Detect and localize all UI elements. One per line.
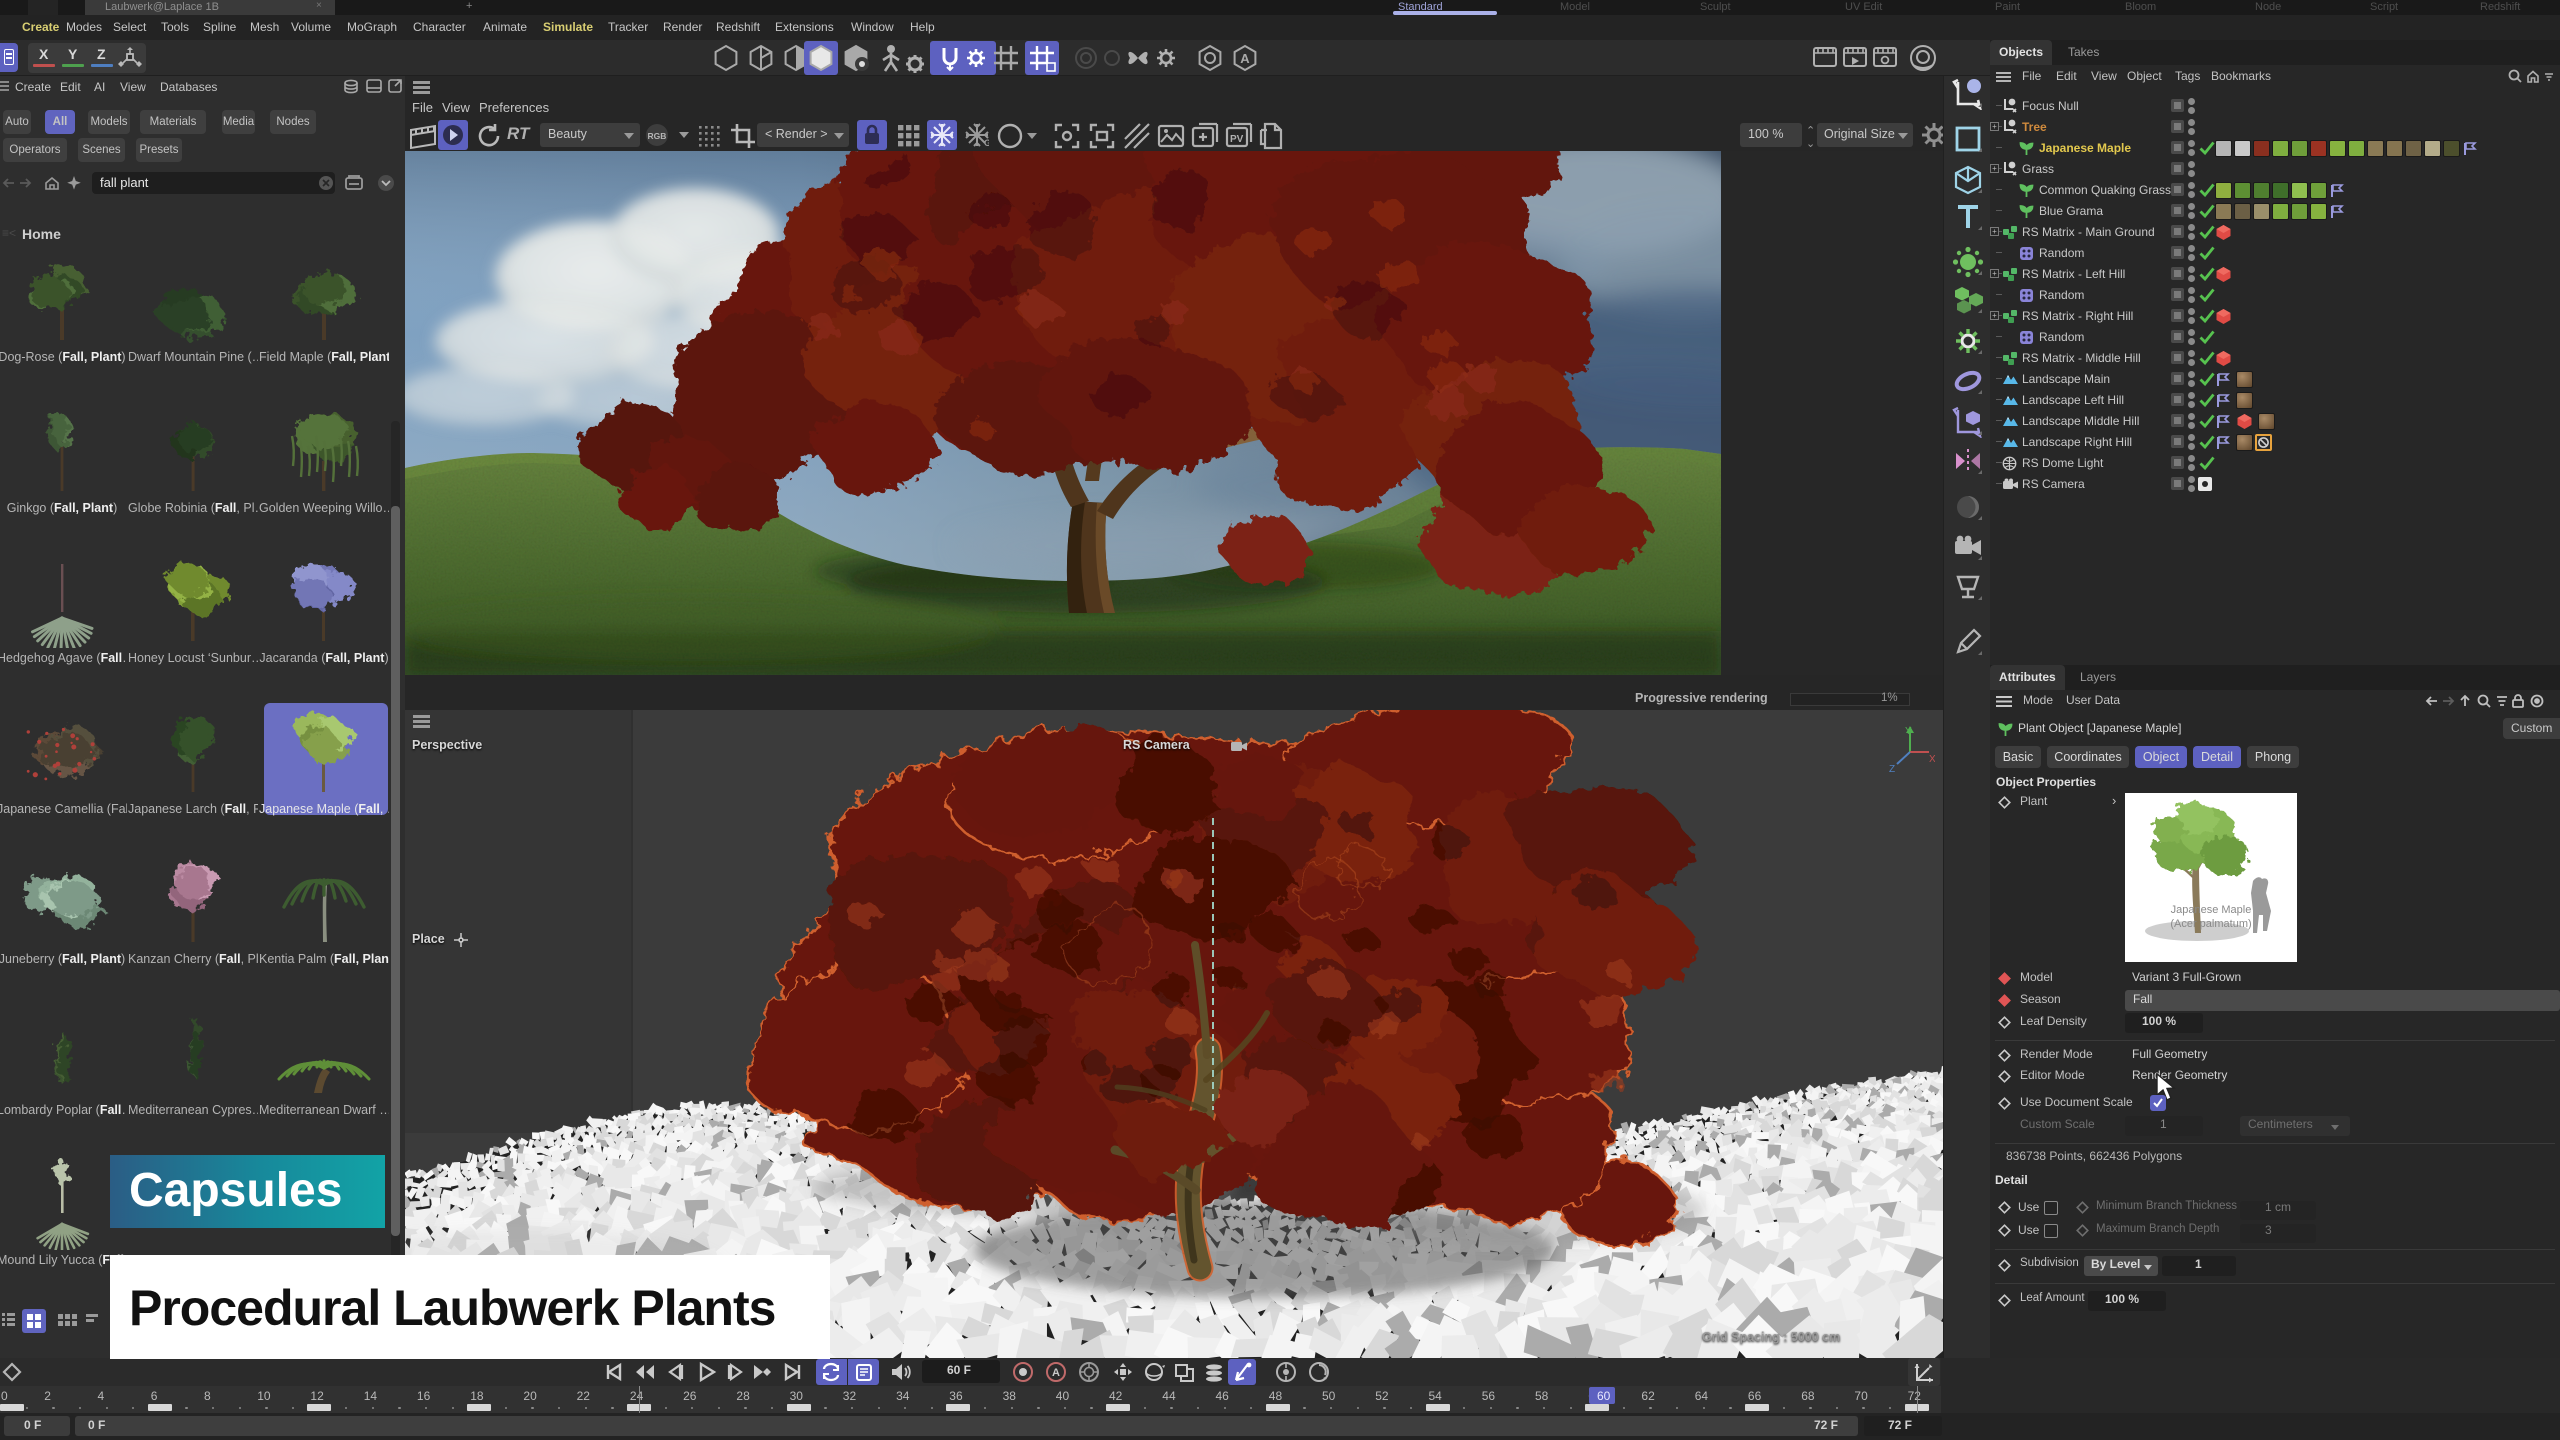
svg-text:Z: Z [1889, 764, 1895, 774]
svg-text:Japanese Maple: Japanese Maple [2171, 904, 2252, 916]
svg-text:PV: PV [1230, 134, 1244, 145]
svg-text:G: G [984, 138, 989, 147]
svg-text:A: A [1240, 51, 1250, 66]
svg-text:RGB: RGB [648, 131, 667, 141]
svg-text:A: A [1052, 1367, 1060, 1379]
svg-text:Y: Y [1905, 726, 1912, 737]
svg-text:X: X [1929, 754, 1935, 765]
svg-text:(Acer palmatum): (Acer palmatum) [2170, 918, 2251, 930]
